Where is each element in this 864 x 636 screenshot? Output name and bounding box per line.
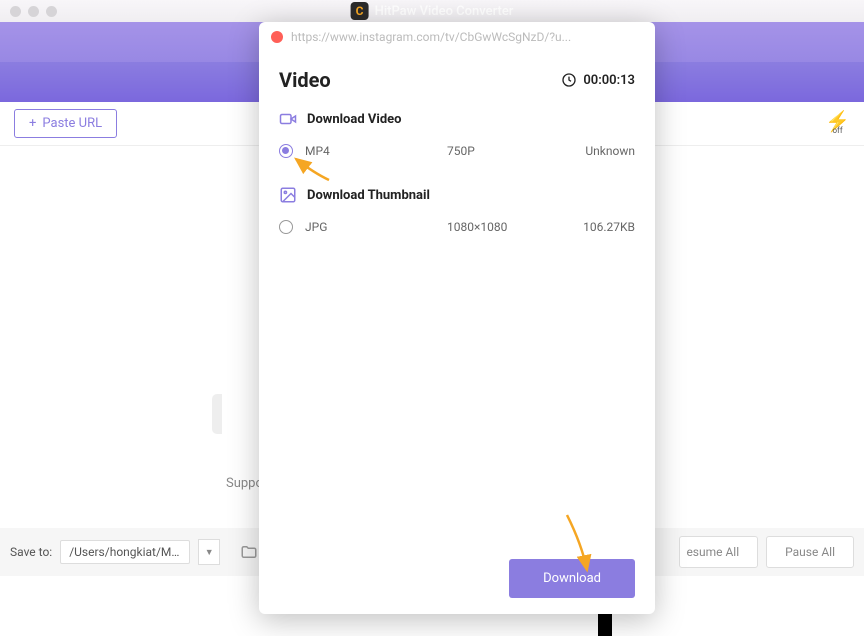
clock-icon <box>561 72 577 88</box>
side-nub <box>212 394 222 434</box>
thumbnail-resolution: 1080×1080 <box>447 220 567 234</box>
plus-icon: + <box>29 116 36 131</box>
resume-all-button[interactable]: esume All <box>679 536 758 568</box>
download-button[interactable]: Download <box>509 559 635 598</box>
video-option-radio[interactable] <box>279 144 293 158</box>
traffic-minimize[interactable] <box>28 6 39 17</box>
video-resolution: 750P <box>447 144 567 158</box>
download-thumbnail-section-header: Download Thumbnail <box>259 180 655 210</box>
download-options-modal: https://www.instagram.com/tv/CbGwWcSgNzD… <box>259 22 655 614</box>
support-text: Suppo <box>226 476 263 491</box>
video-size: Unknown <box>579 144 635 158</box>
folder-icon[interactable] <box>240 543 258 561</box>
window-titlebar: C HitPaw Video Converter <box>0 0 864 22</box>
modal-duration: 00:00:13 <box>561 72 635 88</box>
image-icon <box>279 186 297 204</box>
thumbnail-size: 106.27KB <box>579 220 635 234</box>
video-format: MP4 <box>305 144 435 158</box>
pause-all-button[interactable]: Pause All <box>766 536 854 568</box>
traffic-lights <box>10 6 57 17</box>
paste-url-label: Paste URL <box>42 116 102 131</box>
hardware-accel-toggle[interactable]: ⚡ off <box>825 114 850 134</box>
hw-accel-status: off <box>832 128 842 134</box>
traffic-maximize[interactable] <box>46 6 57 17</box>
paste-url-button[interactable]: + Paste URL <box>14 109 117 138</box>
thumbnail-format: JPG <box>305 220 435 234</box>
video-option-row[interactable]: MP4 750P Unknown <box>259 134 655 168</box>
download-video-section-header: Download Video <box>259 104 655 134</box>
save-to-label: Save to: <box>10 545 52 559</box>
modal-header: https://www.instagram.com/tv/CbGwWcSgNzD… <box>259 22 655 52</box>
download-thumbnail-section-title: Download Thumbnail <box>307 188 430 203</box>
thumbnail-option-radio[interactable] <box>279 220 293 234</box>
thumbnail-option-row[interactable]: JPG 1080×1080 106.27KB <box>259 210 655 244</box>
video-camera-icon <box>279 110 297 128</box>
save-path-dropdown[interactable]: ▼ <box>198 539 220 565</box>
app-logo-icon: C <box>351 2 369 20</box>
modal-close-button[interactable] <box>271 31 283 43</box>
traffic-close[interactable] <box>10 6 21 17</box>
save-path-field[interactable]: /Users/hongkiat/Movies/... <box>60 540 190 564</box>
modal-title: Video <box>279 68 331 92</box>
modal-duration-text: 00:00:13 <box>583 73 635 88</box>
modal-footer: Download <box>259 543 655 614</box>
app-title: HitPaw Video Converter <box>375 4 514 19</box>
download-video-section-title: Download Video <box>307 112 402 127</box>
modal-title-row: Video 00:00:13 <box>259 52 655 104</box>
modal-source-url: https://www.instagram.com/tv/CbGwWcSgNzD… <box>291 30 571 44</box>
